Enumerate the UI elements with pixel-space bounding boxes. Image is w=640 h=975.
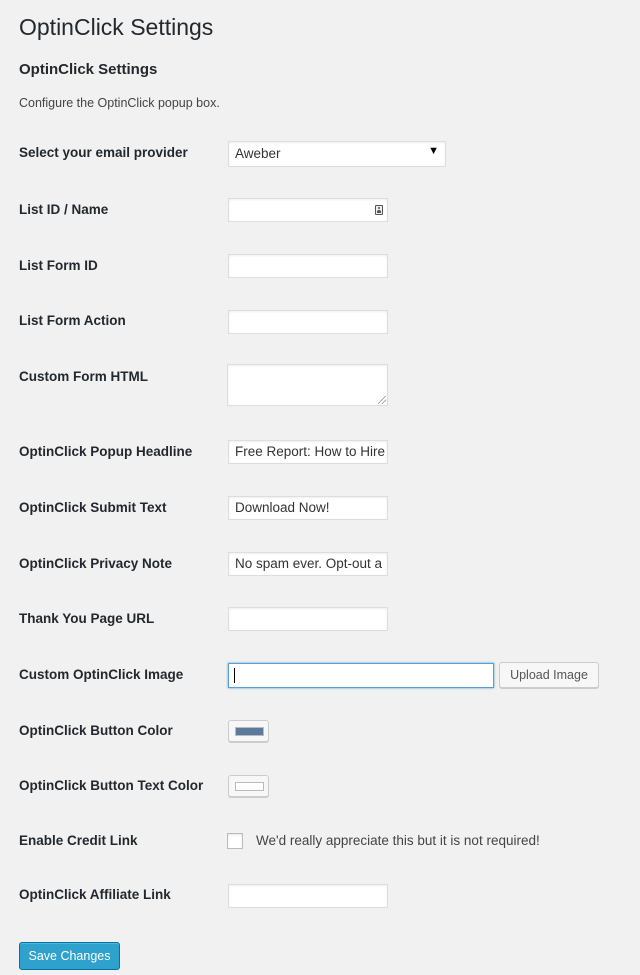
email-provider-select[interactable]: Aweber ▼ (228, 141, 446, 167)
button-color-label: OptinClick Button Color (19, 723, 173, 738)
list-id-label: List ID / Name (19, 202, 109, 217)
text-cursor (234, 668, 235, 683)
save-changes-button[interactable]: Save Changes (19, 942, 120, 970)
button-color-swatch (235, 727, 264, 736)
credit-link-text: We'd really appreciate this but it is no… (256, 833, 540, 848)
list-id-input[interactable] (228, 198, 388, 222)
button-text-color-label: OptinClick Button Text Color (19, 778, 204, 793)
email-provider-value: Aweber (235, 146, 281, 161)
button-text-color-swatch (235, 782, 264, 791)
email-provider-label: Select your email provider (19, 145, 188, 160)
page-title: OptinClick Settings (19, 14, 214, 40)
affiliate-link-label: OptinClick Affiliate Link (19, 887, 171, 902)
page-description: Configure the OptinClick popup box. (19, 96, 220, 110)
privacy-note-input[interactable]: No spam ever. Opt-out a (228, 552, 388, 576)
privacy-note-label: OptinClick Privacy Note (19, 556, 173, 571)
submit-text-label: OptinClick Submit Text (19, 500, 167, 515)
custom-image-input[interactable] (228, 663, 494, 688)
list-form-id-label: List Form ID (19, 258, 98, 273)
custom-form-html-textarea[interactable] (227, 364, 388, 406)
popup-headline-input[interactable]: Free Report: How to Hire (228, 440, 388, 464)
custom-form-html-label: Custom Form HTML (19, 369, 148, 384)
list-form-action-input[interactable] (228, 310, 388, 334)
button-color-picker[interactable] (228, 720, 269, 742)
affiliate-link-input[interactable] (228, 884, 388, 908)
list-form-id-input[interactable] (228, 254, 388, 278)
dropdown-arrow-icon: ▼ (428, 145, 439, 157)
credit-link-label: Enable Credit Link (19, 833, 138, 848)
thank-you-url-label: Thank You Page URL (19, 611, 155, 626)
contact-card-icon[interactable] (375, 205, 383, 215)
section-title: OptinClick Settings (19, 61, 158, 78)
popup-headline-label: OptinClick Popup Headline (19, 444, 193, 459)
submit-text-input[interactable]: Download Now! (228, 496, 388, 520)
custom-image-label: Custom OptinClick Image (19, 667, 184, 682)
thank-you-url-input[interactable] (228, 607, 388, 631)
upload-image-button[interactable]: Upload Image (499, 662, 599, 688)
list-form-action-label: List Form Action (19, 313, 126, 328)
resize-handle-icon[interactable] (378, 396, 386, 404)
credit-link-checkbox[interactable] (227, 833, 243, 849)
button-text-color-picker[interactable] (228, 775, 269, 797)
